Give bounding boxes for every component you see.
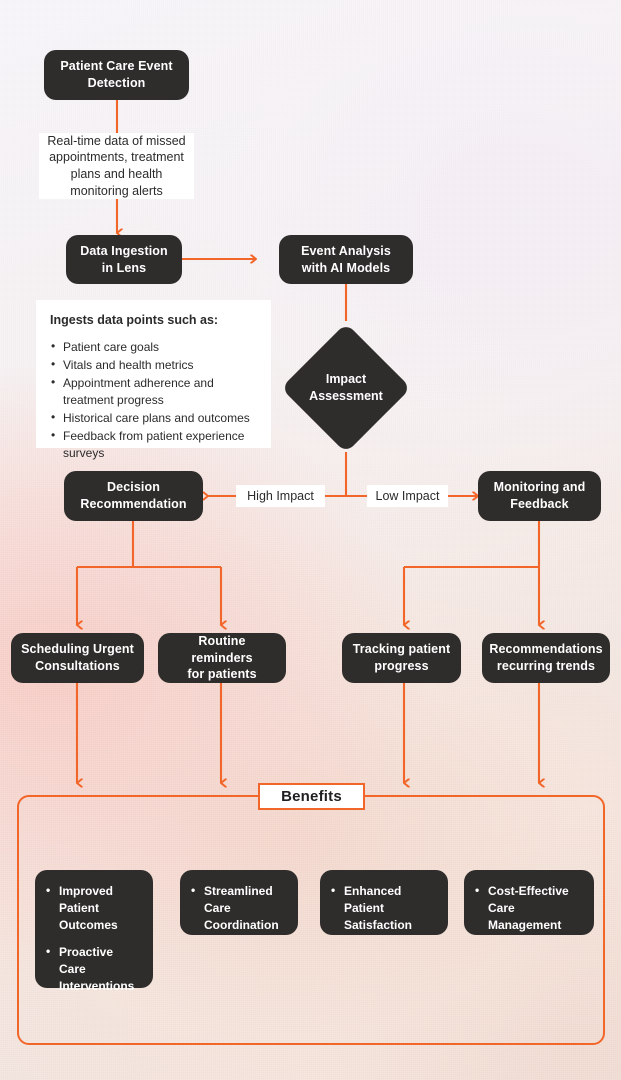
benefit-card[interactable]: Streamlined Care Coordination: [180, 870, 298, 935]
node-scheduling-urgent-consultations[interactable]: Scheduling Urgent Consultations: [11, 633, 144, 683]
benefit-list: Streamlined Care Coordination: [191, 882, 286, 934]
node-decision-recommendation[interactable]: Decision Recommendation: [64, 471, 203, 521]
node-impact-assessment-diamond[interactable]: [280, 322, 412, 454]
node-data-ingestion-in-lens[interactable]: Data Ingestion in Lens: [66, 235, 182, 284]
list-item: Historical care plans and outcomes: [50, 409, 257, 427]
benefit-list: Enhanced Patient Satisfaction: [331, 882, 436, 934]
node-recommendations-recurring-trends[interactable]: Recommendations recurring trends: [482, 633, 610, 683]
list-item: Feedback from patient experience surveys: [50, 427, 257, 462]
benefit-list: Improved Patient Outcomes Proactive Care…: [46, 882, 141, 995]
benefit-card[interactable]: Enhanced Patient Satisfaction: [320, 870, 448, 935]
node-event-analysis-with-ai-models[interactable]: Event Analysis with AI Models: [279, 235, 413, 284]
edge-label-high-impact: High Impact: [236, 485, 325, 507]
node-monitoring-and-feedback[interactable]: Monitoring and Feedback: [478, 471, 601, 521]
list-item: Appointment adherence and treatment prog…: [50, 374, 257, 409]
flowchart-diagram: Patient Care Event Detection Real-time da…: [0, 0, 621, 1080]
list-item: Streamlined Care Coordination: [191, 882, 286, 934]
note-realtime-data: Real-time data of missed appointments, t…: [39, 133, 194, 199]
list-item: Enhanced Patient Satisfaction: [331, 882, 436, 934]
ingest-list: Patient care goals Vitals and health met…: [50, 338, 257, 462]
benefit-card[interactable]: Cost-Effective Care Management: [464, 870, 594, 935]
benefits-title: Benefits: [258, 783, 365, 810]
node-tracking-patient-progress[interactable]: Tracking patient progress: [342, 633, 461, 683]
node-routine-reminders-for-patients[interactable]: Routine reminders for patients: [158, 633, 286, 683]
benefit-list: Cost-Effective Care Management: [475, 882, 582, 934]
list-item: Proactive Care Interventions: [46, 943, 141, 995]
list-item: Vitals and health metrics: [50, 356, 257, 374]
benefit-card[interactable]: Improved Patient Outcomes Proactive Care…: [35, 870, 153, 993]
edge-label-low-impact: Low Impact: [367, 485, 448, 507]
list-item: Improved Patient Outcomes: [46, 882, 141, 934]
node-patient-care-event-detection[interactable]: Patient Care Event Detection: [44, 50, 189, 100]
panel-title: Ingests data points such as:: [50, 313, 219, 327]
list-item: Cost-Effective Care Management: [475, 882, 582, 934]
list-item: Patient care goals: [50, 338, 257, 356]
panel-ingests-data-points: Ingests data points such as: Patient car…: [36, 300, 271, 460]
